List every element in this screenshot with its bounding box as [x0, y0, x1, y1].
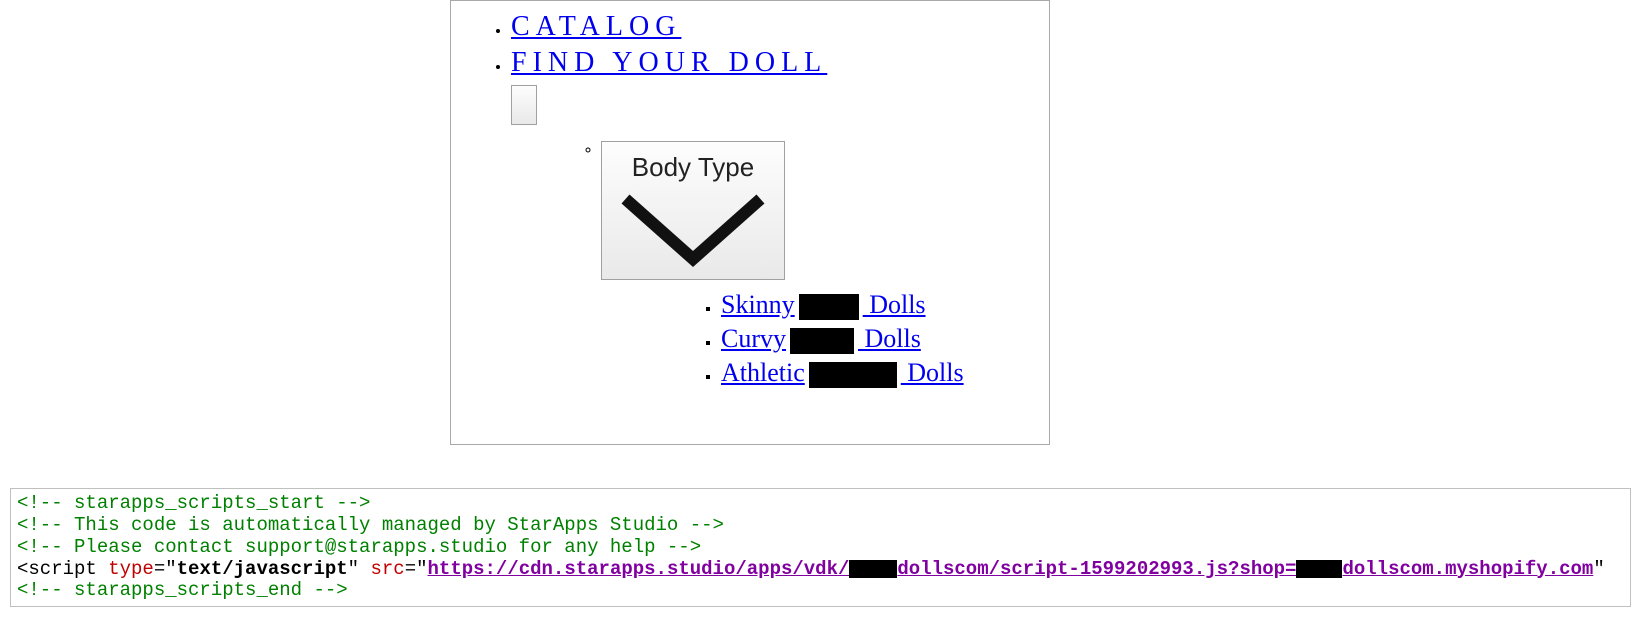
- link-text-post: Dolls: [901, 358, 964, 387]
- nav-item-find-your-doll: FIND YOUR DOLL Body Type Skinny Dolls: [511, 47, 1049, 388]
- code-url-part: dollscom.myshopify.com: [1342, 558, 1593, 580]
- redacted-text: [790, 328, 854, 354]
- code-quote: ": [348, 558, 371, 580]
- code-comment: <!-- starapps_scripts_start -->: [17, 492, 370, 514]
- nav-link-catalog[interactable]: CATALOG: [511, 11, 681, 42]
- body-type-link-skinny[interactable]: Skinny Dolls: [721, 290, 926, 319]
- code-quote: =": [154, 558, 177, 580]
- code-quote: ": [1593, 558, 1604, 580]
- code-tag: <script: [17, 558, 108, 580]
- source-code-box: <!-- starapps_scripts_start --> <!-- Thi…: [10, 488, 1631, 607]
- code-comment: <!-- This code is automatically managed …: [17, 514, 724, 536]
- redacted-text: [849, 560, 897, 578]
- body-type-label: Body Type: [632, 152, 754, 182]
- code-line: <!-- Please contact support@starapps.stu…: [17, 537, 1624, 559]
- code-url-part: https://cdn.starapps.studio/apps/vdk/: [428, 558, 850, 580]
- code-attr: type: [108, 558, 154, 580]
- redacted-text: [1296, 560, 1342, 578]
- nav-link-find-your-doll[interactable]: FIND YOUR DOLL: [511, 47, 827, 78]
- link-text-post: Dolls: [858, 324, 921, 353]
- list-item: Curvy Dolls: [721, 324, 1049, 354]
- code-line: <!-- This code is automatically managed …: [17, 515, 1624, 537]
- code-line: <script type="text/javascript" src="http…: [17, 559, 1624, 581]
- body-type-dropdown-button[interactable]: Body Type: [601, 141, 785, 280]
- nav-menu-fragment: CATALOG FIND YOUR DOLL Body Type: [450, 0, 1050, 445]
- submenu-toggle-button[interactable]: [511, 85, 537, 125]
- redacted-text: [809, 362, 897, 388]
- nav-item-catalog: CATALOG: [511, 11, 1049, 43]
- list-item: Athletic Dolls: [721, 358, 1049, 388]
- code-url-part: dollscom/script-1599202993.js?shop=: [897, 558, 1296, 580]
- link-text-pre: Curvy: [721, 324, 786, 353]
- body-type-link-curvy[interactable]: Curvy Dolls: [721, 324, 921, 353]
- code-attr: src: [370, 558, 404, 580]
- link-text-post: Dolls: [863, 290, 926, 319]
- chevron-down-icon: [618, 191, 768, 271]
- list-item: Skinny Dolls: [721, 290, 1049, 320]
- nav-item-body-type: Body Type Skinny Dolls: [601, 141, 1049, 388]
- code-quote: =": [405, 558, 428, 580]
- code-line: <!-- starapps_scripts_end -->: [17, 580, 1624, 602]
- body-type-link-athletic[interactable]: Athletic Dolls: [721, 358, 964, 387]
- nav-list-level3: Skinny Dolls Curvy Dolls Athletic Dolls: [601, 290, 1049, 388]
- code-url-link[interactable]: https://cdn.starapps.studio/apps/vdk/dol…: [428, 558, 1594, 580]
- code-value: text/javascript: [177, 558, 348, 580]
- nav-list-level1: CATALOG FIND YOUR DOLL Body Type: [451, 11, 1049, 388]
- link-text-pre: Athletic: [721, 358, 805, 387]
- link-text-pre: Skinny: [721, 290, 795, 319]
- code-comment: <!-- Please contact support@starapps.stu…: [17, 536, 701, 558]
- code-line: <!-- starapps_scripts_start -->: [17, 493, 1624, 515]
- redacted-text: [799, 294, 859, 320]
- code-comment: <!-- starapps_scripts_end -->: [17, 579, 348, 601]
- nav-list-level2: Body Type Skinny Dolls: [511, 141, 1049, 388]
